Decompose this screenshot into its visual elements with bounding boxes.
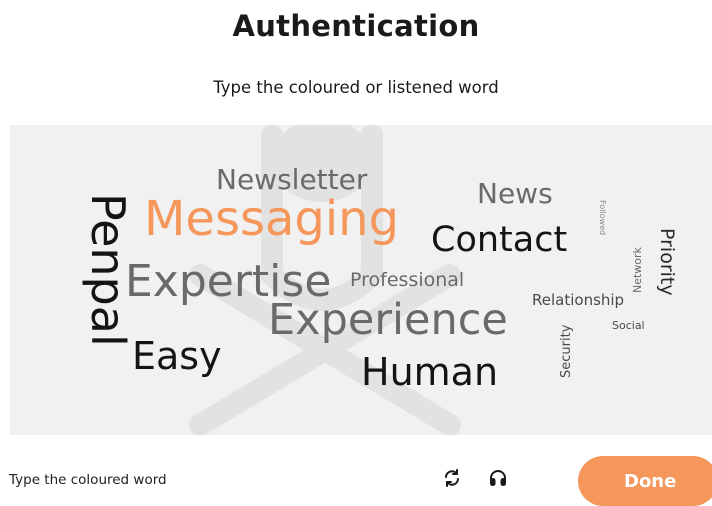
captcha-image: Newsletter News Messaging Contact Penpal… <box>10 125 712 435</box>
word-social: Social <box>612 319 645 332</box>
page-title: Authentication <box>232 9 480 43</box>
done-button[interactable]: Done <box>578 456 712 506</box>
word-news: News <box>477 177 553 210</box>
word-human: Human <box>361 350 499 394</box>
headphones-icon[interactable] <box>487 467 509 489</box>
word-messaging: Messaging <box>144 191 400 247</box>
refresh-icon[interactable] <box>441 467 463 489</box>
word-relationship: Relationship <box>532 291 625 309</box>
word-followed: Followed <box>598 200 607 236</box>
instruction-text: Type the coloured or listened word <box>213 78 499 97</box>
word-priority: Priority <box>656 228 678 296</box>
word-easy: Easy <box>132 334 222 378</box>
captcha-input-placeholder[interactable]: Type the coloured word <box>9 472 167 488</box>
word-newsletter: Newsletter <box>216 163 368 196</box>
word-network: Network <box>631 247 644 293</box>
word-professional: Professional <box>350 269 465 291</box>
word-experience: Experience <box>268 295 508 345</box>
word-contact: Contact <box>431 220 568 260</box>
word-security: Security <box>559 324 574 378</box>
